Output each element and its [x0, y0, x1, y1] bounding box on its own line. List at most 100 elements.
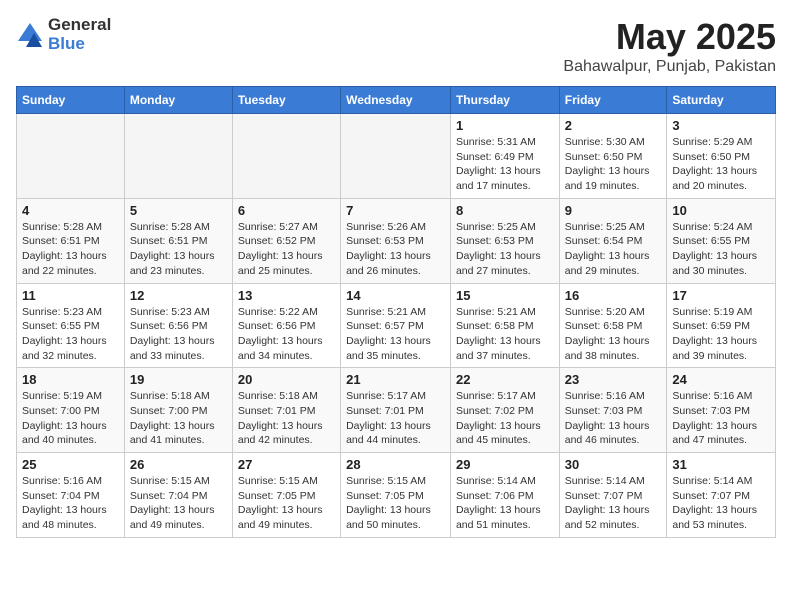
- calendar-header-thursday: Thursday: [450, 87, 559, 114]
- page-header: General Blue May 2025 Bahawalpur, Punjab…: [16, 16, 776, 76]
- day-number: 13: [238, 288, 335, 303]
- day-info: Sunrise: 5:26 AM Sunset: 6:53 PM Dayligh…: [346, 220, 445, 279]
- calendar-cell: 5 Sunrise: 5:28 AM Sunset: 6:51 PM Daylig…: [124, 198, 232, 283]
- day-info: Sunrise: 5:21 AM Sunset: 6:57 PM Dayligh…: [346, 305, 445, 364]
- calendar-week-1: 1Sunrise: 5:31 AM Sunset: 6:49 PM Daylig…: [17, 114, 776, 199]
- calendar-cell: [232, 114, 340, 199]
- day-info: Sunrise: 5:22 AM Sunset: 6:56 PM Dayligh…: [238, 305, 335, 364]
- day-number: 16: [565, 288, 662, 303]
- calendar-cell: 10 Sunrise: 5:24 AM Sunset: 6:55 PM Dayli…: [667, 198, 776, 283]
- day-info: Sunrise: 5:25 AM Sunset: 6:53 PM Dayligh…: [456, 220, 554, 279]
- calendar-cell: 3 Sunrise: 5:29 AM Sunset: 6:50 PM Daylig…: [667, 114, 776, 199]
- calendar-cell: 13 Sunrise: 5:22 AM Sunset: 6:56 PM Dayli…: [232, 283, 340, 368]
- day-info: Sunrise: 5:15 AM Sunset: 7:05 PM Dayligh…: [346, 474, 445, 533]
- day-info: Sunrise: 5:19 AM Sunset: 6:59 PM Dayligh…: [672, 305, 770, 364]
- calendar-week-2: 4 Sunrise: 5:28 AM Sunset: 6:51 PM Daylig…: [17, 198, 776, 283]
- calendar-header-saturday: Saturday: [667, 87, 776, 114]
- day-info: Sunrise: 5:28 AM Sunset: 6:51 PM Dayligh…: [22, 220, 119, 279]
- day-number: 8: [456, 203, 554, 218]
- logo-blue-text: Blue: [48, 35, 111, 54]
- day-number: 6: [238, 203, 335, 218]
- day-info: Sunrise: 5:15 AM Sunset: 7:05 PM Dayligh…: [238, 474, 335, 533]
- day-number: 10: [672, 203, 770, 218]
- day-number: 7: [346, 203, 445, 218]
- day-info: Sunrise: 5:18 AM Sunset: 7:01 PM Dayligh…: [238, 389, 335, 448]
- calendar-cell: 6Sunrise: 5:27 AM Sunset: 6:52 PM Daylig…: [232, 198, 340, 283]
- day-info: Sunrise: 5:28 AM Sunset: 6:51 PM Dayligh…: [130, 220, 227, 279]
- calendar-cell: 9Sunrise: 5:25 AM Sunset: 6:54 PM Daylig…: [559, 198, 667, 283]
- calendar-cell: 30 Sunrise: 5:14 AM Sunset: 7:07 PM Dayli…: [559, 453, 667, 538]
- day-number: 23: [565, 372, 662, 387]
- day-number: 2: [565, 118, 662, 133]
- calendar-cell: [341, 114, 451, 199]
- day-info: Sunrise: 5:14 AM Sunset: 7:07 PM Dayligh…: [672, 474, 770, 533]
- day-info: Sunrise: 5:14 AM Sunset: 7:07 PM Dayligh…: [565, 474, 662, 533]
- day-info: Sunrise: 5:25 AM Sunset: 6:54 PM Dayligh…: [565, 220, 662, 279]
- day-number: 29: [456, 457, 554, 472]
- day-info: Sunrise: 5:16 AM Sunset: 7:04 PM Dayligh…: [22, 474, 119, 533]
- day-number: 18: [22, 372, 119, 387]
- day-number: 24: [672, 372, 770, 387]
- day-info: Sunrise: 5:21 AM Sunset: 6:58 PM Dayligh…: [456, 305, 554, 364]
- day-info: Sunrise: 5:17 AM Sunset: 7:02 PM Dayligh…: [456, 389, 554, 448]
- day-number: 30: [565, 457, 662, 472]
- day-number: 26: [130, 457, 227, 472]
- calendar-cell: 31 Sunrise: 5:14 AM Sunset: 7:07 PM Dayli…: [667, 453, 776, 538]
- calendar-header-wednesday: Wednesday: [341, 87, 451, 114]
- calendar-header-monday: Monday: [124, 87, 232, 114]
- calendar-cell: 16Sunrise: 5:20 AM Sunset: 6:58 PM Dayli…: [559, 283, 667, 368]
- calendar-cell: 28 Sunrise: 5:15 AM Sunset: 7:05 PM Dayli…: [341, 453, 451, 538]
- calendar-cell: 25 Sunrise: 5:16 AM Sunset: 7:04 PM Dayli…: [17, 453, 125, 538]
- calendar-header-row: SundayMondayTuesdayWednesdayThursdayFrid…: [17, 87, 776, 114]
- calendar-cell: 22Sunrise: 5:17 AM Sunset: 7:02 PM Dayli…: [450, 368, 559, 453]
- calendar-cell: 14 Sunrise: 5:21 AM Sunset: 6:57 PM Dayli…: [341, 283, 451, 368]
- calendar-cell: 12Sunrise: 5:23 AM Sunset: 6:56 PM Dayli…: [124, 283, 232, 368]
- day-number: 5: [130, 203, 227, 218]
- logo-general-text: General: [48, 16, 111, 35]
- calendar-cell: 7 Sunrise: 5:26 AM Sunset: 6:53 PM Daylig…: [341, 198, 451, 283]
- calendar-cell: 18Sunrise: 5:19 AM Sunset: 7:00 PM Dayli…: [17, 368, 125, 453]
- day-info: Sunrise: 5:29 AM Sunset: 6:50 PM Dayligh…: [672, 135, 770, 194]
- logo: General Blue: [16, 16, 111, 53]
- main-title: May 2025: [563, 16, 776, 58]
- calendar-week-3: 11 Sunrise: 5:23 AM Sunset: 6:55 PM Dayli…: [17, 283, 776, 368]
- calendar-cell: 4 Sunrise: 5:28 AM Sunset: 6:51 PM Daylig…: [17, 198, 125, 283]
- calendar-cell: 1Sunrise: 5:31 AM Sunset: 6:49 PM Daylig…: [450, 114, 559, 199]
- day-info: Sunrise: 5:24 AM Sunset: 6:55 PM Dayligh…: [672, 220, 770, 279]
- logo-text: General Blue: [48, 16, 111, 53]
- day-number: 11: [22, 288, 119, 303]
- calendar-cell: 26Sunrise: 5:15 AM Sunset: 7:04 PM Dayli…: [124, 453, 232, 538]
- day-number: 20: [238, 372, 335, 387]
- calendar-cell: 2 Sunrise: 5:30 AM Sunset: 6:50 PM Daylig…: [559, 114, 667, 199]
- calendar-cell: [124, 114, 232, 199]
- day-info: Sunrise: 5:17 AM Sunset: 7:01 PM Dayligh…: [346, 389, 445, 448]
- calendar-header-friday: Friday: [559, 87, 667, 114]
- subtitle: Bahawalpur, Punjab, Pakistan: [563, 58, 776, 76]
- day-number: 14: [346, 288, 445, 303]
- calendar-header-sunday: Sunday: [17, 87, 125, 114]
- day-number: 12: [130, 288, 227, 303]
- day-info: Sunrise: 5:18 AM Sunset: 7:00 PM Dayligh…: [130, 389, 227, 448]
- calendar-week-5: 25 Sunrise: 5:16 AM Sunset: 7:04 PM Dayli…: [17, 453, 776, 538]
- day-number: 27: [238, 457, 335, 472]
- day-info: Sunrise: 5:30 AM Sunset: 6:50 PM Dayligh…: [565, 135, 662, 194]
- calendar-cell: [17, 114, 125, 199]
- calendar-cell: 19Sunrise: 5:18 AM Sunset: 7:00 PM Dayli…: [124, 368, 232, 453]
- calendar-cell: 23Sunrise: 5:16 AM Sunset: 7:03 PM Dayli…: [559, 368, 667, 453]
- day-info: Sunrise: 5:23 AM Sunset: 6:55 PM Dayligh…: [22, 305, 119, 364]
- calendar-week-4: 18Sunrise: 5:19 AM Sunset: 7:00 PM Dayli…: [17, 368, 776, 453]
- day-number: 17: [672, 288, 770, 303]
- calendar-cell: 24Sunrise: 5:16 AM Sunset: 7:03 PM Dayli…: [667, 368, 776, 453]
- day-number: 31: [672, 457, 770, 472]
- calendar-cell: 29Sunrise: 5:14 AM Sunset: 7:06 PM Dayli…: [450, 453, 559, 538]
- calendar-table: SundayMondayTuesdayWednesdayThursdayFrid…: [16, 86, 776, 538]
- day-number: 28: [346, 457, 445, 472]
- day-number: 15: [456, 288, 554, 303]
- day-number: 25: [22, 457, 119, 472]
- calendar-cell: 11 Sunrise: 5:23 AM Sunset: 6:55 PM Dayli…: [17, 283, 125, 368]
- day-number: 1: [456, 118, 554, 133]
- day-number: 3: [672, 118, 770, 133]
- day-number: 4: [22, 203, 119, 218]
- calendar-cell: 15 Sunrise: 5:21 AM Sunset: 6:58 PM Dayli…: [450, 283, 559, 368]
- calendar-cell: 21Sunrise: 5:17 AM Sunset: 7:01 PM Dayli…: [341, 368, 451, 453]
